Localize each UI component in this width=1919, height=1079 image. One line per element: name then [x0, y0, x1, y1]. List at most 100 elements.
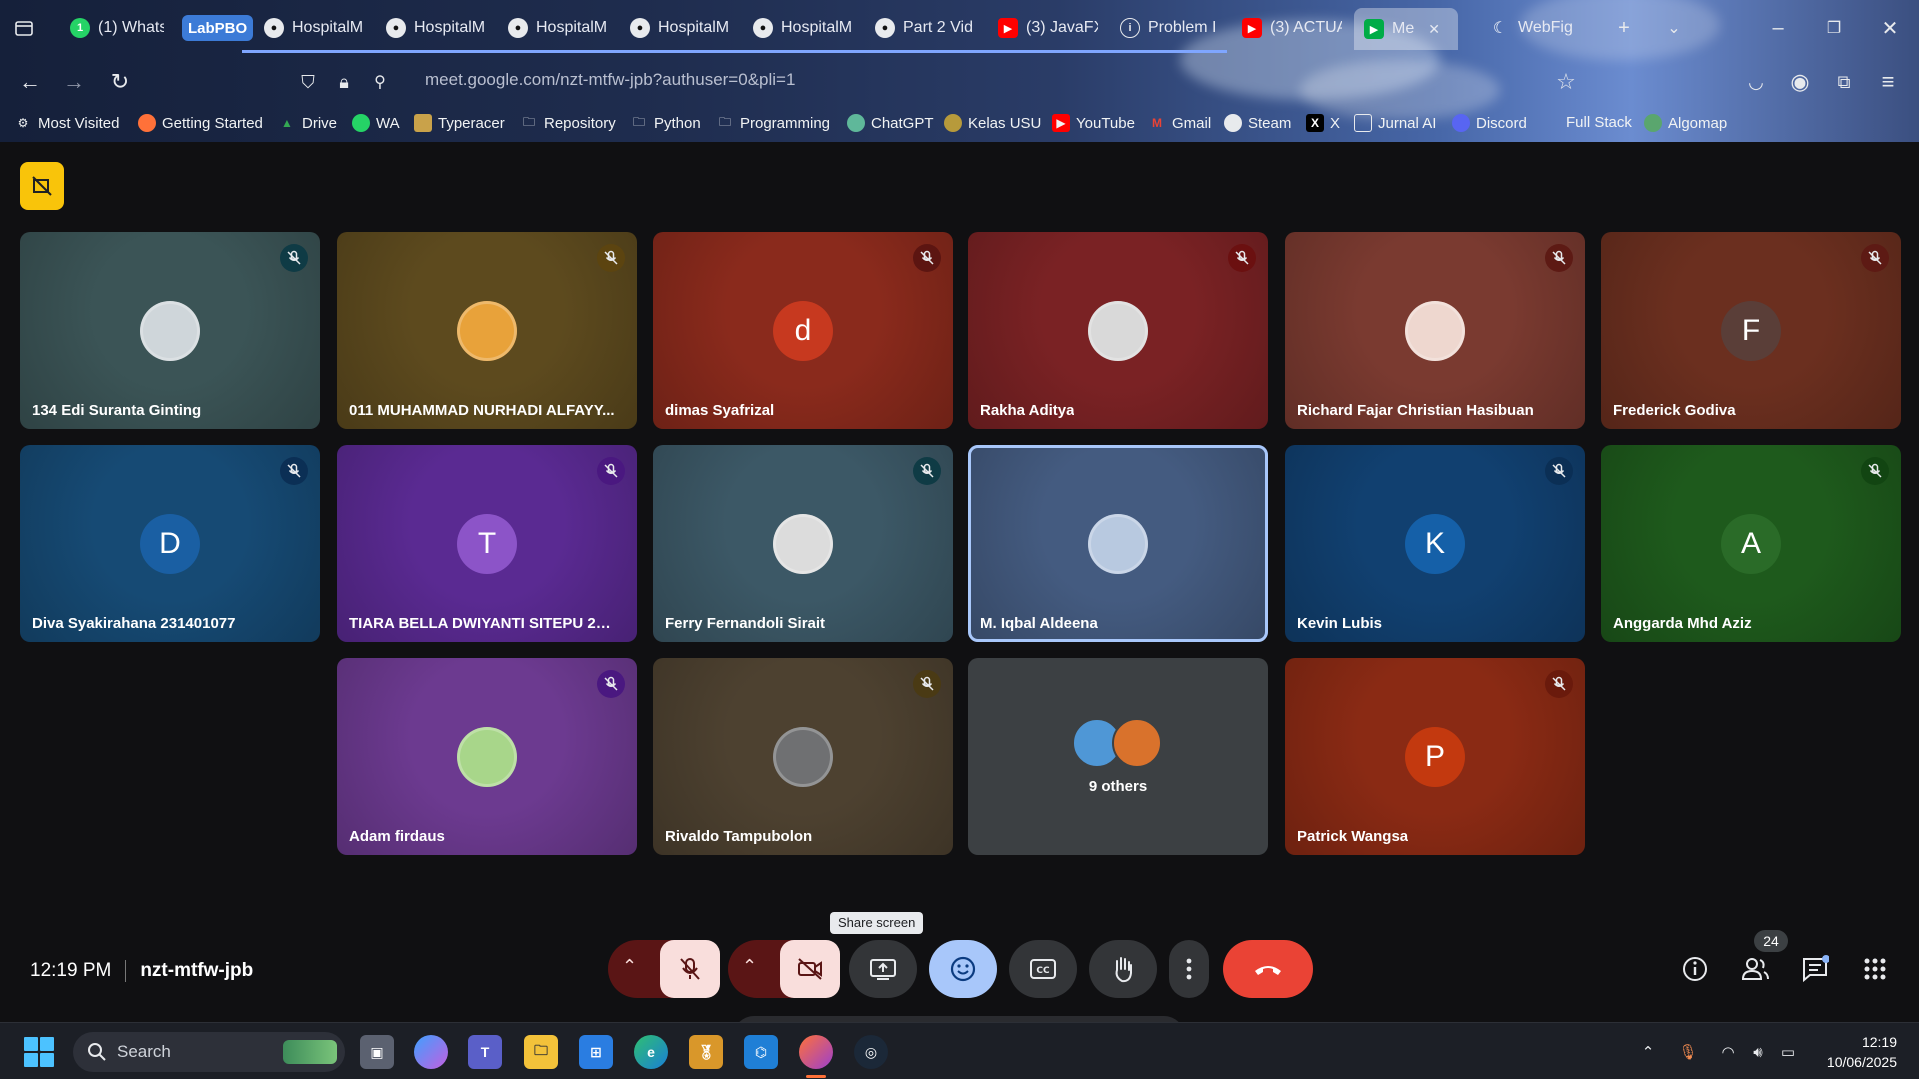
battery-icon[interactable]: ▭	[1776, 1041, 1800, 1063]
reactions-button[interactable]	[929, 940, 997, 998]
bookmark-most-visited[interactable]: ⚙ Most Visited	[14, 114, 120, 132]
taskbar-search[interactable]: Search	[73, 1032, 345, 1072]
tab-meet-active[interactable]: ▶ Me ✕	[1354, 8, 1458, 50]
camera-toggle-button[interactable]	[780, 940, 840, 998]
mic-toggle-button[interactable]	[660, 940, 720, 998]
vscode-icon[interactable]: ⌬	[744, 1035, 778, 1069]
raise-hand-button[interactable]	[1089, 940, 1157, 998]
close-window-icon[interactable]: ✕	[1876, 14, 1904, 42]
bookmark-drive[interactable]: ▲ Drive	[278, 114, 337, 132]
participant-tile[interactable]: Richard Fajar Christian Hasibuan	[1285, 232, 1585, 429]
bookmark-x[interactable]: XX	[1306, 114, 1340, 132]
tab-webfig[interactable]: ☾ WebFig	[1484, 12, 1594, 44]
bookmark-steam[interactable]: Steam	[1224, 114, 1291, 132]
bookmark-getting-started[interactable]: Getting Started	[138, 114, 263, 132]
bookmark-full-stack[interactable]: Full Stack	[1566, 114, 1632, 131]
participant-tile[interactable]: T TIARA BELLA DWIYANTI SITEPU 231...	[337, 445, 637, 642]
start-button[interactable]	[24, 1037, 54, 1067]
participant-tile[interactable]: P Patrick Wangsa	[1285, 658, 1585, 855]
participant-tile[interactable]: d dimas Syafrizal	[653, 232, 953, 429]
leave-call-button[interactable]	[1223, 940, 1313, 998]
participant-tile[interactable]: 134 Edi Suranta Ginting	[20, 232, 320, 429]
participant-tile[interactable]: Rakha Aditya	[968, 232, 1268, 429]
permissions-icon[interactable]: ⚲	[366, 68, 394, 96]
tab-github-3[interactable]: ● HospitalM	[502, 12, 608, 44]
firefox-icon[interactable]	[799, 1035, 833, 1069]
file-explorer-icon[interactable]: 🗀	[524, 1035, 558, 1069]
whatsapp-icon: 1	[70, 18, 90, 38]
menu-icon[interactable]: ≡	[1874, 68, 1902, 96]
others-tile[interactable]: 9 others	[968, 658, 1268, 855]
show-hidden-icons-chevron[interactable]: ⌃	[1636, 1041, 1660, 1063]
tab-github-6[interactable]: ● Part 2 Vid	[869, 12, 975, 44]
bookmark-python[interactable]: 🗀 Python	[630, 114, 701, 132]
shield-icon[interactable]: ⛉	[294, 68, 322, 96]
meeting-details-button[interactable]	[1680, 954, 1710, 984]
extensions-icon[interactable]: ⧉	[1830, 68, 1858, 96]
wifi-icon[interactable]: ◠	[1716, 1041, 1740, 1063]
bookmark-programming[interactable]: 🗀 Programming	[716, 114, 830, 132]
back-arrow-icon[interactable]: ←	[16, 68, 44, 96]
teams-icon[interactable]: T	[468, 1035, 502, 1069]
participant-tile[interactable]: Adam firdaus	[337, 658, 637, 855]
tab-github-2[interactable]: ● HospitalM	[380, 12, 486, 44]
captions-button[interactable]: CC	[1009, 940, 1077, 998]
forward-arrow-icon[interactable]: →	[60, 68, 88, 96]
tab-labpbo[interactable]: LabPBO	[182, 15, 254, 41]
copilot-icon[interactable]	[414, 1035, 448, 1069]
pocket-icon[interactable]: ◡	[1742, 68, 1770, 96]
tab-github-5[interactable]: ● HospitalM	[747, 12, 853, 44]
bookmark-chatgpt[interactable]: ChatGPT	[847, 114, 934, 132]
participant-tile[interactable]: D Diva Syakirahana 231401077	[20, 445, 320, 642]
tab-problem[interactable]: i Problem I	[1114, 12, 1220, 44]
system-clock[interactable]: 12:19 10/06/2025	[1827, 1032, 1897, 1072]
microsoft-store-icon[interactable]: ⊞	[579, 1035, 613, 1069]
bookmark-typeracer[interactable]: Typeracer	[414, 114, 505, 132]
activities-button[interactable]	[1860, 954, 1890, 984]
medal-app-icon[interactable]: 🏅︎	[689, 1035, 723, 1069]
bookmark-discord[interactable]: Discord	[1452, 114, 1527, 132]
more-options-button[interactable]	[1169, 940, 1209, 998]
share-screen-button[interactable]	[849, 940, 917, 998]
lock-icon[interactable]: 🔒︎	[330, 68, 358, 96]
edge-icon[interactable]: e	[634, 1035, 668, 1069]
bookmark-kelas-usu[interactable]: Kelas USU	[944, 114, 1041, 132]
bookmark-youtube[interactable]: ▶ YouTube	[1052, 114, 1135, 132]
url-bar[interactable]: meet.google.com/nzt-mtfw-jpb?authuser=0&…	[425, 70, 795, 90]
participant-tile[interactable]: Rivaldo Tampubolon	[653, 658, 953, 855]
people-button[interactable]	[1740, 954, 1770, 984]
chat-button[interactable]	[1800, 954, 1830, 984]
participant-tile[interactable]: K Kevin Lubis	[1285, 445, 1585, 642]
reload-icon[interactable]: ↻	[106, 68, 134, 96]
bookmark-jurnal-ai[interactable]: Jurnal AI	[1354, 114, 1436, 132]
bookmark-repository[interactable]: 🗀 Repository	[520, 114, 616, 132]
bookmark-gmail[interactable]: M Gmail	[1148, 114, 1211, 132]
tab-github-4[interactable]: ● HospitalM	[624, 12, 730, 44]
tab-whatsapp[interactable]: 1 (1) Whats/	[64, 12, 164, 44]
steam-icon[interactable]: ◎	[854, 1035, 888, 1069]
list-tabs-chevron-icon[interactable]: ⌄	[1660, 14, 1688, 42]
bookmark-algomap[interactable]: Algomap	[1644, 114, 1727, 132]
participant-tile[interactable]: Ferry Fernandoli Sirait	[653, 445, 953, 642]
video-off-indicator-button[interactable]	[20, 162, 64, 210]
close-tab-icon[interactable]: ✕	[1428, 21, 1440, 38]
bookmark-star-icon[interactable]: ☆	[1552, 68, 1580, 96]
tab-youtube-2[interactable]: ▶ (3) ACTUA	[1236, 12, 1342, 44]
new-tab-icon[interactable]: +	[1610, 14, 1638, 42]
bookmark-wa[interactable]: WA	[352, 114, 400, 132]
participant-tile[interactable]: A Anggarda Mhd Aziz	[1601, 445, 1901, 642]
participant-tile[interactable]: 011 MUHAMMAD NURHADI ALFAYY...	[337, 232, 637, 429]
tab-github-1[interactable]: ● HospitalM	[258, 12, 364, 44]
minimize-icon[interactable]: –	[1764, 14, 1792, 42]
participant-tile[interactable]: M. Iqbal Aldeena	[968, 445, 1268, 642]
volume-icon[interactable]: 🔊︎	[1746, 1041, 1770, 1063]
participant-tile[interactable]: F Frederick Godiva	[1601, 232, 1901, 429]
restore-icon[interactable]: ❐	[1820, 14, 1848, 42]
microphone-in-use-icon[interactable]: 🎙︎	[1676, 1041, 1700, 1063]
task-view-icon[interactable]: ▣	[360, 1035, 394, 1069]
mic-options-chevron-icon[interactable]: ⌃	[622, 956, 637, 977]
tab-overview-icon[interactable]	[10, 14, 38, 42]
camera-options-chevron-icon[interactable]: ⌃	[742, 956, 757, 977]
account-icon[interactable]: ◉	[1786, 68, 1814, 96]
tab-youtube-1[interactable]: ▶ (3) JavaFX	[992, 12, 1098, 44]
